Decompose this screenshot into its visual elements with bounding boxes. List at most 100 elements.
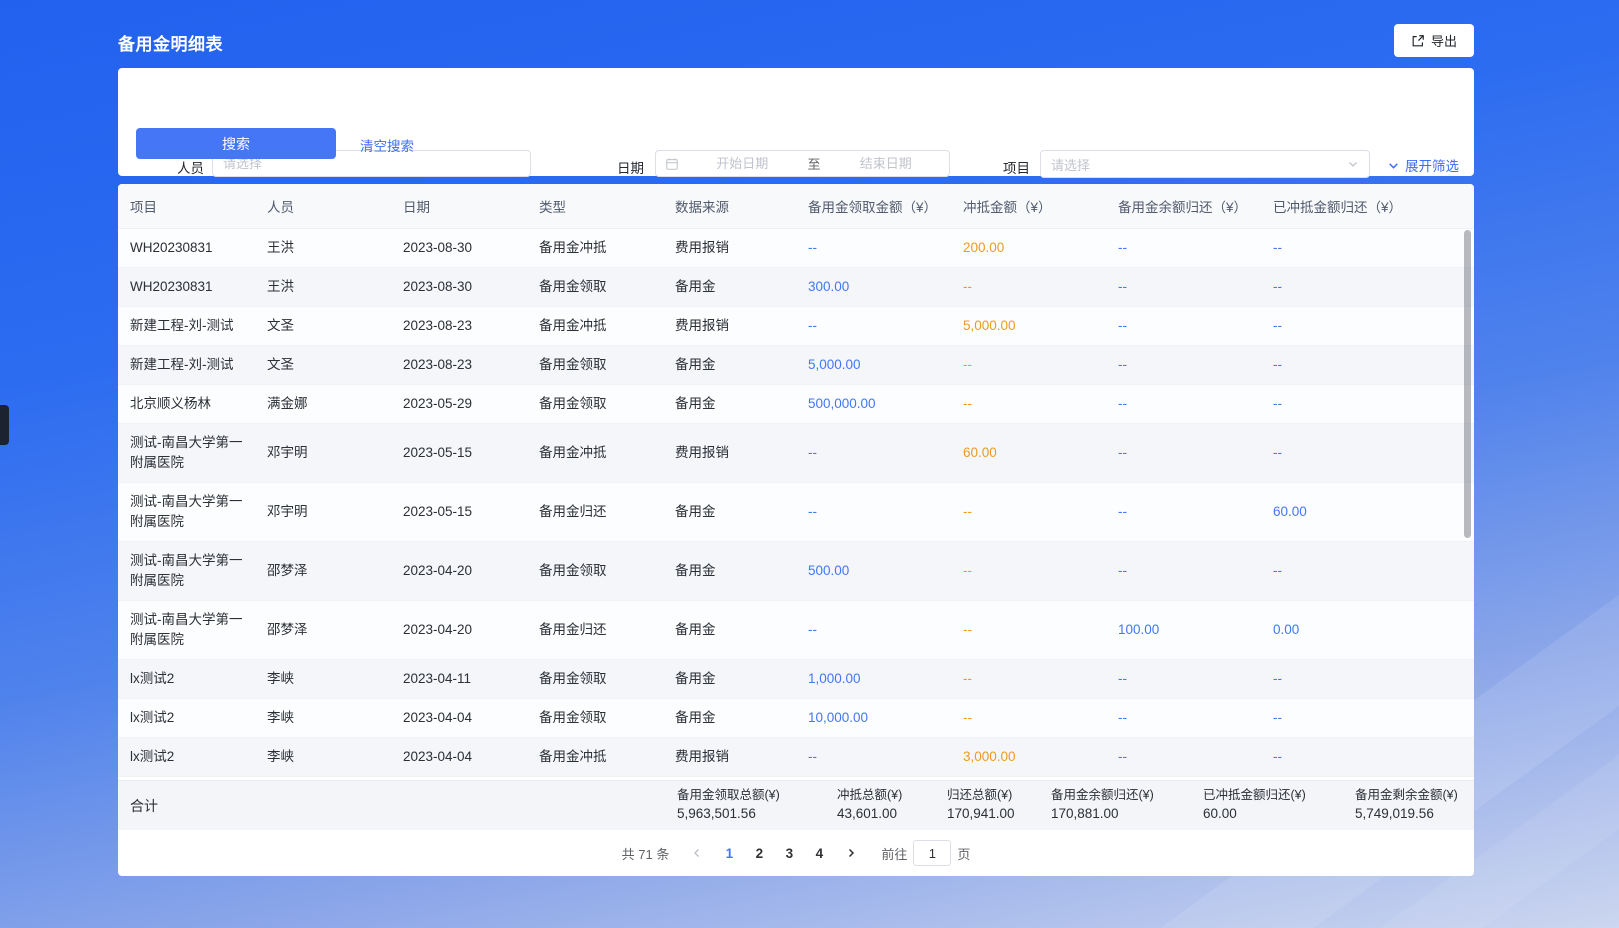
table-row[interactable]: lx测试2 李峡 2023-04-04 备用金冲抵 费用报销 -- 3,000.… [118, 738, 1474, 777]
cell-offset-return: -- [1261, 434, 1474, 472]
summary-item: 冲抵总额(¥) 43,601.00 [837, 787, 947, 823]
table-row[interactable]: lx测试2 李峡 2023-04-11 备用金领取 备用金 1,000.00 -… [118, 660, 1474, 699]
table-row[interactable]: lx测试2 李峡 2023-04-04 备用金领取 备用金 10,000.00 … [118, 699, 1474, 738]
table-row[interactable]: WH20230831 王洪 2023-08-30 备用金领取 备用金 300.0… [118, 268, 1474, 307]
cell-offset-return: -- [1261, 346, 1474, 384]
cell-received: -- [796, 434, 951, 472]
cell-type: 备用金领取 [527, 385, 663, 423]
end-date-input[interactable] [823, 156, 950, 171]
cell-offset: -- [951, 611, 1106, 649]
vertical-scrollbar[interactable] [1464, 230, 1471, 538]
cell-offset-return: -- [1261, 699, 1474, 737]
table-body: WH20230831 王洪 2023-08-30 备用金冲抵 费用报销 -- 2… [118, 229, 1474, 780]
cell-balance-return: -- [1106, 346, 1261, 384]
cell-project: 新建工程-刘-测试 [118, 346, 255, 384]
cell-received: 300.00 [796, 268, 951, 306]
cell-source: 备用金 [663, 385, 796, 423]
cell-project: WH20230831 [118, 229, 255, 267]
date-filter-label: 日期 [617, 157, 644, 177]
cell-person: 王洪 [255, 268, 391, 306]
cell-offset: 5,000.00 [951, 307, 1106, 345]
column-header-received: 备用金领取金额（¥） [796, 196, 951, 216]
cell-type: 备用金领取 [527, 346, 663, 384]
table-row[interactable]: 测试-南昌大学第一附属医院 邵梦泽 2023-04-20 备用金归还 备用金 -… [118, 601, 1474, 660]
cell-type: 备用金领取 [527, 268, 663, 306]
prev-page-button[interactable] [685, 840, 709, 866]
expand-chevron-icon [1387, 159, 1400, 172]
cell-offset-return: 0.00 [1261, 611, 1474, 649]
goto-page-input[interactable] [913, 840, 951, 866]
pagination-total: 共 71 条 [622, 844, 670, 863]
export-button[interactable]: 导出 [1394, 24, 1474, 57]
cell-type: 备用金冲抵 [527, 229, 663, 267]
page-number[interactable]: 3 [775, 840, 803, 866]
cell-offset-return: -- [1261, 660, 1474, 698]
page-number[interactable]: 1 [715, 840, 743, 866]
cell-person: 王洪 [255, 229, 391, 267]
column-header-offset: 冲抵金额（¥） [951, 196, 1106, 216]
cell-source: 费用报销 [663, 434, 796, 472]
start-date-input[interactable] [679, 156, 806, 171]
next-page-button[interactable] [839, 840, 863, 866]
summary-item-value: 5,749,019.56 [1355, 805, 1468, 824]
cell-offset: -- [951, 268, 1106, 306]
cell-type: 备用金领取 [527, 699, 663, 737]
summary-item-label: 备用金剩余金额(¥) [1355, 787, 1468, 805]
cell-project: WH20230831 [118, 268, 255, 306]
cell-person: 邓宇明 [255, 434, 391, 472]
table-row[interactable]: 北京顺义杨林 满金娜 2023-05-29 备用金领取 备用金 500,000.… [118, 385, 1474, 424]
table-row[interactable]: 测试-南昌大学第一附属医院 邓宇明 2023-05-15 备用金归还 备用金 -… [118, 483, 1474, 542]
cell-project: 测试-南昌大学第一附属医院 [118, 542, 255, 600]
cell-date: 2023-04-20 [391, 611, 527, 649]
cell-project: 测试-南昌大学第一附属医院 [118, 424, 255, 482]
cell-source: 备用金 [663, 660, 796, 698]
cell-person: 文圣 [255, 307, 391, 345]
cell-source: 备用金 [663, 611, 796, 649]
summary-item-value: 5,963,501.56 [677, 805, 831, 824]
cell-date: 2023-05-29 [391, 385, 527, 423]
cell-received: 1,000.00 [796, 660, 951, 698]
page-number[interactable]: 2 [745, 840, 773, 866]
side-drawer-handle[interactable] [0, 405, 9, 445]
date-range-separator: 至 [806, 154, 823, 173]
date-range-picker[interactable]: 至 [655, 150, 950, 177]
summary-item-label: 备用金领取总额(¥) [677, 787, 831, 805]
cell-type: 备用金领取 [527, 552, 663, 590]
expand-filters-link[interactable]: 展开筛选 [1387, 155, 1459, 175]
export-label: 导出 [1431, 31, 1457, 50]
cell-type: 备用金冲抵 [527, 307, 663, 345]
cell-project: lx测试2 [118, 738, 255, 776]
goto-page-label: 前往 [881, 844, 907, 863]
clear-search-link[interactable]: 清空搜索 [360, 135, 414, 155]
cell-type: 备用金领取 [527, 660, 663, 698]
project-select[interactable]: 请选择 [1040, 150, 1370, 178]
cell-balance-return: -- [1106, 660, 1261, 698]
cell-offset-return: -- [1261, 229, 1474, 267]
cell-person: 邓宇明 [255, 493, 391, 531]
summary-item-label: 冲抵总额(¥) [837, 787, 941, 805]
cell-offset: 3,000.00 [951, 738, 1106, 776]
cell-balance-return: -- [1106, 268, 1261, 306]
cell-offset: 60.00 [951, 434, 1106, 472]
table-row[interactable]: 测试-南昌大学第一附属医院 邵梦泽 2023-04-20 备用金领取 备用金 5… [118, 542, 1474, 601]
cell-received: -- [796, 611, 951, 649]
cell-offset: -- [951, 493, 1106, 531]
column-header-offset-return: 已冲抵金额归还（¥） [1261, 196, 1474, 216]
table-row[interactable]: WH20230831 王洪 2023-08-30 备用金冲抵 费用报销 -- 2… [118, 229, 1474, 268]
cell-date: 2023-05-15 [391, 493, 527, 531]
cell-offset-return: -- [1261, 385, 1474, 423]
search-button[interactable]: 搜索 [136, 128, 336, 159]
summary-item-label: 归还总额(¥) [947, 787, 1045, 805]
project-filter-label: 项目 [1003, 157, 1030, 177]
cell-source: 备用金 [663, 493, 796, 531]
cell-project: 北京顺义杨林 [118, 385, 255, 423]
cell-offset: -- [951, 552, 1106, 590]
cell-received: 5,000.00 [796, 346, 951, 384]
cell-person: 文圣 [255, 346, 391, 384]
table-row[interactable]: 测试-南昌大学第一附属医院 邓宇明 2023-05-15 备用金冲抵 费用报销 … [118, 424, 1474, 483]
page-number[interactable]: 4 [805, 840, 833, 866]
data-table-panel: 项目 人员 日期 类型 数据来源 备用金领取金额（¥） 冲抵金额（¥） 备用金余… [118, 184, 1474, 876]
table-row[interactable]: 新建工程-刘-测试 文圣 2023-08-23 备用金冲抵 费用报销 -- 5,… [118, 307, 1474, 346]
cell-offset: 200.00 [951, 229, 1106, 267]
table-row[interactable]: 新建工程-刘-测试 文圣 2023-08-23 备用金领取 备用金 5,000.… [118, 346, 1474, 385]
